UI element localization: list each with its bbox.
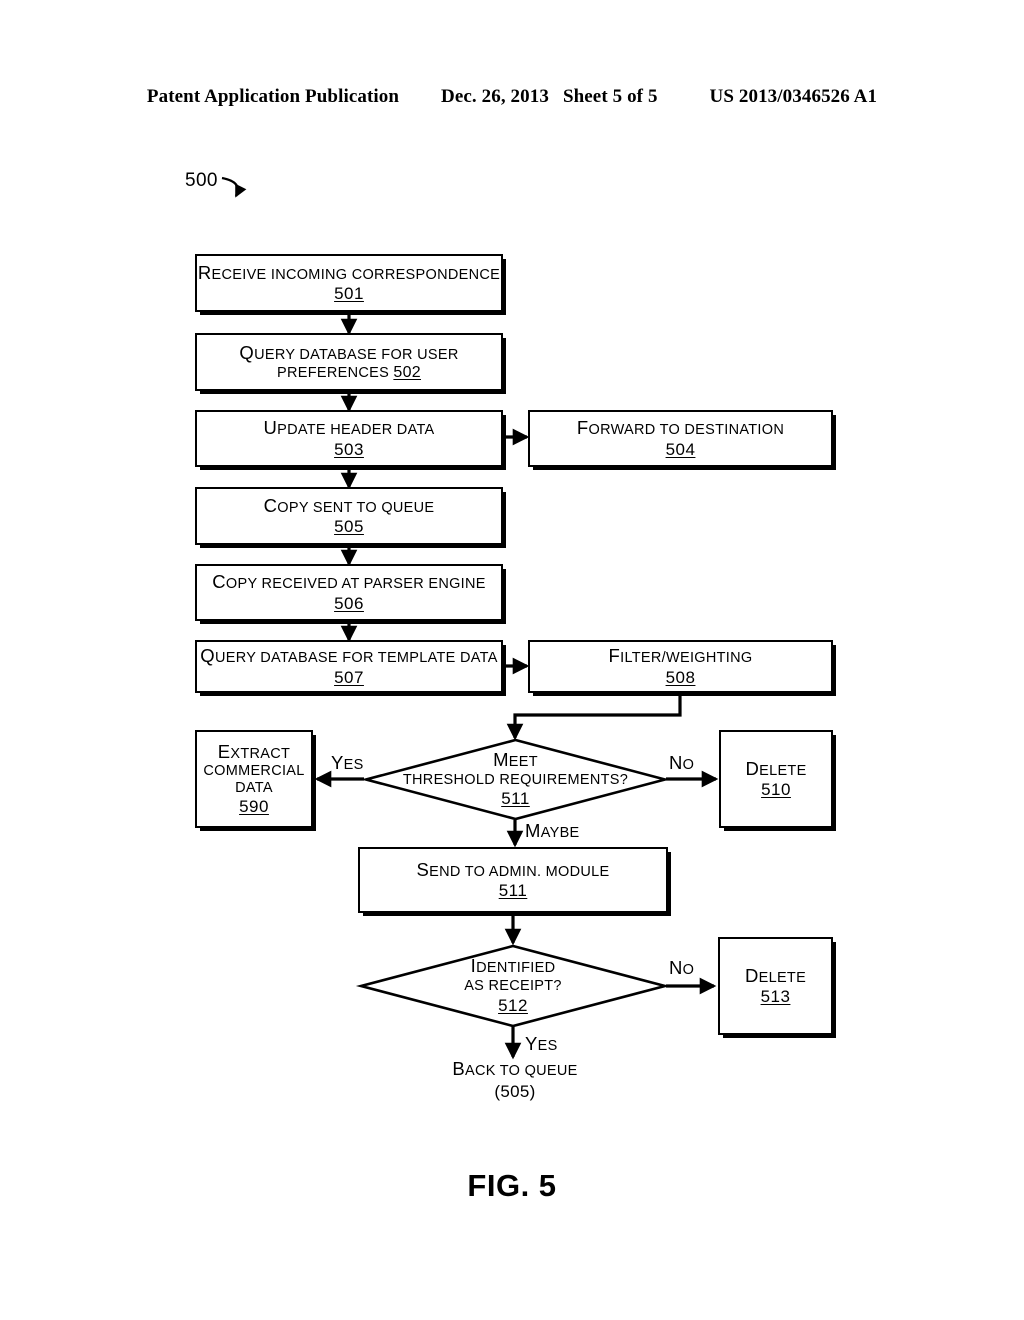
node-506-label: COPY RECEIVED AT PARSER ENGINE (212, 571, 486, 593)
node-delete-510[interactable]: DELETE 510 (719, 730, 833, 828)
flowchart-diagram: 500 RECEIVE INCOMING CORRESPONDENCE 501 … (0, 0, 1024, 1320)
node-extract-commercial-data[interactable]: EXTRACT COMMERCIAL DATA 590 (195, 730, 313, 828)
node-590-label-line3: DATA (235, 780, 273, 797)
decision-identified-as-receipt[interactable]: IDENTIFIED AS RECEIPT? 512 (355, 944, 671, 1028)
edge-label-maybe-threshold: MAYBE (525, 820, 580, 841)
node-copy-received-parser-engine[interactable]: COPY RECEIVED AT PARSER ENGINE 506 (195, 564, 503, 621)
decision-511-label-line1: MEET (493, 748, 538, 770)
node-590-label-line2: COMMERCIAL (203, 762, 305, 779)
node-502-number: 502 (393, 363, 421, 381)
node-filter-weighting[interactable]: FILTER/WEIGHTING 508 (528, 640, 833, 693)
decision-511-number: 511 (501, 789, 530, 809)
node-511b-number: 511 (498, 881, 528, 901)
node-504-label: FORWARD TO DESTINATION (576, 417, 785, 439)
node-update-header-data[interactable]: UPDATE HEADER DATA 503 (195, 410, 503, 467)
node-510-number: 510 (761, 780, 791, 800)
node-590-label-line1: EXTRACT (217, 740, 291, 762)
decision-512-number: 512 (498, 995, 528, 1015)
node-513-label: DELETE (744, 964, 807, 986)
decision-512-label-line2: AS RECEIPT? (464, 978, 562, 995)
node-506-number: 506 (334, 593, 364, 613)
node-delete-513[interactable]: DELETE 513 (718, 937, 833, 1035)
decision-511-label-line2: THRESHOLD REQUIREMENTS? (402, 771, 629, 788)
node-511b-label: SEND TO ADMIN. MODULE (416, 858, 610, 880)
edge-label-yes-receipt: YES (525, 1033, 558, 1054)
terminal-line2: (505) (494, 1082, 536, 1102)
node-503-number: 503 (334, 439, 364, 459)
figure-caption: FIG. 5 (467, 1168, 557, 1203)
node-507-label: QUERY DATABASE FOR TEMPLATE DATA (200, 645, 498, 667)
node-513-number: 513 (760, 987, 791, 1007)
node-503-label: UPDATE HEADER DATA (263, 417, 435, 439)
node-query-database-template-data[interactable]: QUERY DATABASE FOR TEMPLATE DATA 507 (195, 640, 503, 693)
node-501-label: RReceive incoming correspondenceECEIVE I… (197, 261, 501, 283)
edge-label-yes-threshold: YES (331, 752, 364, 773)
decision-meet-threshold-requirements[interactable]: MEET THRESHOLD REQUIREMENTS? 511 (360, 738, 671, 821)
node-query-database-user-preferences[interactable]: QUERY DATABASE FOR USER PREFERENCES 502 (195, 333, 503, 391)
node-505-label: COPY SENT TO QUEUE (263, 494, 435, 516)
node-510-label: DELETE (745, 757, 807, 779)
node-send-to-admin-module[interactable]: SEND TO ADMIN. MODULE 511 (358, 847, 668, 913)
node-502-label-line2: PREFERENCES 502 (276, 363, 421, 381)
node-501-number: 501 (334, 284, 364, 304)
edge-label-no-threshold: NO (669, 752, 695, 773)
decision-512-label-line1: IDENTIFIED (470, 955, 556, 977)
terminal-back-to-queue: BACK TO QUEUE (505) (390, 1057, 640, 1103)
node-504-number: 504 (665, 439, 696, 459)
node-receive-incoming-correspondence[interactable]: RReceive incoming correspondenceECEIVE I… (195, 254, 503, 312)
node-forward-to-destination[interactable]: FORWARD TO DESTINATION 504 (528, 410, 833, 467)
node-507-number: 507 (334, 667, 364, 687)
figure-reference-label: 500 (185, 170, 218, 191)
terminal-line1: BACK TO QUEUE (452, 1058, 578, 1079)
node-590-number: 590 (239, 797, 269, 817)
node-502-label-line1: QUERY DATABASE FOR USER (239, 341, 459, 363)
node-508-label: FILTER/WEIGHTING (608, 645, 753, 667)
node-copy-sent-to-queue[interactable]: COPY SENT TO QUEUE 505 (195, 487, 503, 545)
edge-label-no-receipt: NO (669, 957, 695, 978)
flowchart-connectors (221, 176, 719, 1060)
node-508-number: 508 (665, 667, 696, 687)
node-505-number: 505 (334, 517, 364, 537)
